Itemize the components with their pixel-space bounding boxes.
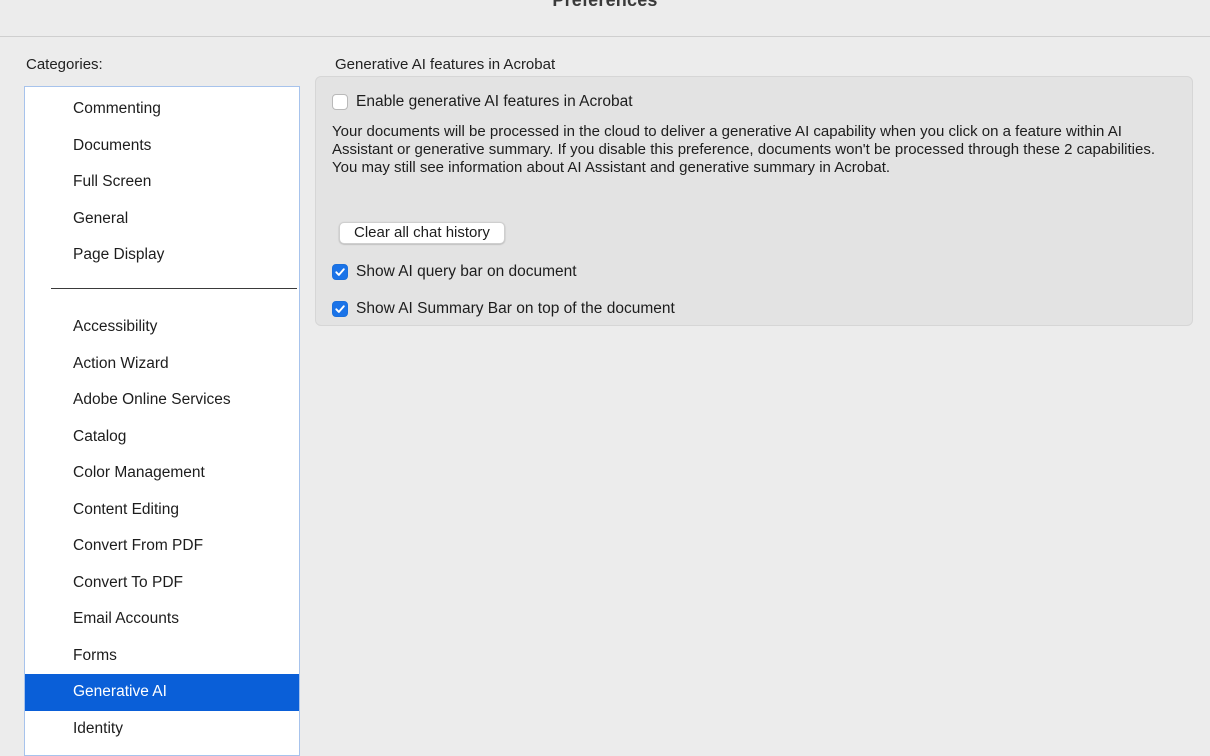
show-query-bar-checkbox[interactable] — [332, 264, 348, 280]
category-group-bottom: Accessibility Action Wizard Adobe Online… — [25, 309, 299, 747]
category-item-label: Email Accounts — [73, 610, 179, 627]
category-item-label: Identity — [73, 719, 123, 737]
category-item-adobe-online-services[interactable]: Adobe Online Services — [25, 382, 299, 419]
category-item-label: Documents — [73, 136, 152, 154]
category-item-label: Accessibility — [73, 318, 158, 335]
category-item-label: Generative AI — [73, 683, 167, 700]
categories-label: Categories: — [26, 56, 103, 73]
category-item-label: Adobe Online Services — [73, 391, 231, 408]
category-item-action-wizard[interactable]: Action Wizard — [25, 346, 299, 383]
checkmark-icon — [335, 305, 345, 313]
category-item-label: Page Display — [73, 246, 165, 263]
show-summary-bar-label: Show AI Summary Bar on top of the docume… — [356, 300, 675, 317]
enable-generative-ai-label: Enable generative AI features in Acrobat — [356, 93, 633, 110]
title-bar: Preferences — [0, 0, 1210, 37]
category-item-label: Forms — [73, 646, 117, 664]
category-divider — [51, 288, 297, 289]
category-item-generative-ai[interactable]: Generative AI — [25, 674, 299, 711]
category-item-full-screen[interactable]: Full Screen — [25, 164, 299, 201]
category-item-label: Full Screen — [73, 173, 152, 190]
category-item-accessibility[interactable]: Accessibility — [25, 309, 299, 346]
show-query-bar-row[interactable]: Show AI query bar on document — [332, 263, 577, 281]
category-item-label: Catalog — [73, 427, 127, 445]
category-item-general[interactable]: General — [25, 201, 299, 238]
category-item-label: Content Editing — [73, 500, 179, 518]
category-item-label: General — [73, 209, 129, 227]
category-item-label: Convert From PDF — [73, 537, 204, 554]
category-item-catalog[interactable]: Catalog — [25, 419, 299, 456]
category-item-identity[interactable]: Identity — [25, 711, 299, 748]
generative-ai-description: Your documents will be processed in the … — [332, 123, 1156, 176]
category-item-label: Convert To PDF — [73, 573, 183, 591]
category-item-label: Color Management — [73, 464, 205, 481]
section-title: Generative AI features in Acrobat — [335, 56, 556, 73]
checkmark-icon — [335, 268, 345, 276]
enable-generative-ai-row[interactable]: Enable generative AI features in Acrobat — [332, 93, 633, 111]
show-summary-bar-row[interactable]: Show AI Summary Bar on top of the docume… — [332, 300, 675, 318]
clear-chat-history-button[interactable]: Clear all chat history — [339, 222, 505, 244]
show-summary-bar-checkbox[interactable] — [332, 301, 348, 317]
category-item-convert-to-pdf[interactable]: Convert To PDF — [25, 565, 299, 602]
generative-ai-group-box: Enable generative AI features in Acrobat… — [315, 76, 1193, 326]
category-item-email-accounts[interactable]: Email Accounts — [25, 601, 299, 638]
category-item-label: Commenting — [73, 100, 161, 117]
enable-generative-ai-checkbox[interactable] — [332, 94, 348, 110]
window-title: Preferences — [552, 0, 658, 10]
category-item-content-editing[interactable]: Content Editing — [25, 492, 299, 529]
category-item-convert-from-pdf[interactable]: Convert From PDF — [25, 528, 299, 565]
category-group-top: Commenting Documents Full Screen General… — [25, 91, 299, 274]
category-list[interactable]: Commenting Documents Full Screen General… — [24, 86, 300, 756]
category-item-label: Action Wizard — [73, 354, 169, 372]
category-item-page-display[interactable]: Page Display — [25, 237, 299, 274]
category-item-color-management[interactable]: Color Management — [25, 455, 299, 492]
category-item-documents[interactable]: Documents — [25, 128, 299, 165]
show-query-bar-label: Show AI query bar on document — [356, 263, 577, 280]
category-item-commenting[interactable]: Commenting — [25, 91, 299, 128]
category-item-forms[interactable]: Forms — [25, 638, 299, 675]
